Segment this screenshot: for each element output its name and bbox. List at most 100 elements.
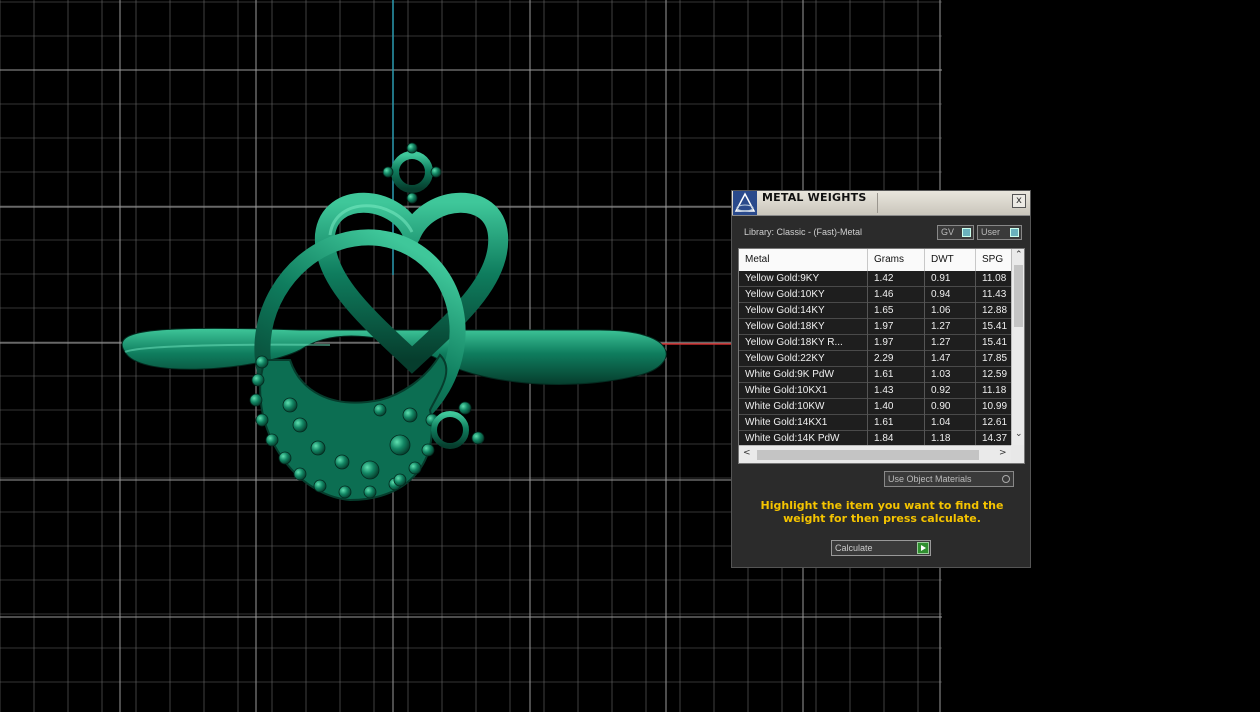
cell-grams: 1.97 <box>874 337 894 348</box>
play-arrow-icon <box>917 542 929 554</box>
column-divider[interactable] <box>867 249 868 271</box>
cell-dwt: 1.47 <box>931 353 951 364</box>
column-divider[interactable] <box>975 249 976 271</box>
column-header-dwt[interactable]: DWT <box>931 254 954 265</box>
bead <box>471 431 485 445</box>
cell-dwt: 1.06 <box>931 305 951 316</box>
row-divider <box>975 335 976 351</box>
gv-indicator-icon <box>962 228 971 237</box>
row-divider <box>975 351 976 367</box>
cell-spg: 14.37 <box>982 433 1008 444</box>
cell-metal: White Gold:9K PdW <box>745 369 834 380</box>
bead <box>249 393 263 407</box>
column-header-grams[interactable]: Grams <box>874 254 904 265</box>
bead <box>282 397 298 413</box>
bead <box>458 401 472 415</box>
vertical-scroll-thumb[interactable] <box>1014 265 1023 327</box>
close-button[interactable]: x <box>1012 194 1026 208</box>
gv-toggle[interactable]: GV <box>937 225 974 240</box>
row-divider <box>867 399 868 415</box>
column-divider[interactable] <box>924 249 925 271</box>
row-divider <box>975 319 976 335</box>
title-divider <box>877 193 878 213</box>
horizontal-scroll-thumb[interactable] <box>757 450 979 460</box>
scroll-right-icon[interactable]: > <box>999 448 1007 458</box>
table-body: Yellow Gold:9KY 1.42 0.91 11.08 Yellow Gold:… <box>739 271 1011 445</box>
bead <box>382 166 394 178</box>
user-toggle[interactable]: User <box>977 225 1022 240</box>
row-divider <box>924 287 925 303</box>
table-row[interactable]: White Gold:9K PdW 1.61 1.03 12.59 <box>739 367 1011 383</box>
bead <box>406 192 418 204</box>
bead <box>338 485 352 499</box>
cell-metal: Yellow Gold:9KY <box>745 273 820 284</box>
cell-spg: 15.41 <box>982 337 1008 348</box>
calculate-button[interactable]: Calculate <box>831 540 931 556</box>
use-object-materials-toggle[interactable]: Use Object Materials <box>884 471 1014 487</box>
row-divider <box>975 367 976 383</box>
cell-dwt: 0.90 <box>931 401 951 412</box>
user-indicator-icon <box>1010 228 1019 237</box>
cell-spg: 12.59 <box>982 369 1008 380</box>
jewelry-model[interactable] <box>121 142 667 502</box>
use-object-materials-label: Use Object Materials <box>888 474 972 484</box>
bead <box>430 166 442 178</box>
app-logo-icon <box>733 191 757 215</box>
bead <box>313 479 327 493</box>
bead <box>393 473 407 487</box>
cell-dwt: 0.92 <box>931 385 951 396</box>
table-row[interactable]: Yellow Gold:10KY 1.46 0.94 11.43 <box>739 287 1011 303</box>
scroll-up-icon[interactable]: ⌃ <box>1015 250 1023 260</box>
3d-viewport[interactable] <box>0 0 1260 712</box>
cell-dwt: 1.18 <box>931 433 951 444</box>
horizontal-scrollbar[interactable]: < > <box>739 445 1011 463</box>
table-row[interactable]: White Gold:10KW 1.40 0.90 10.99 <box>739 399 1011 415</box>
row-divider <box>924 383 925 399</box>
bead <box>334 454 350 470</box>
cell-metal: Yellow Gold:10KY <box>745 289 825 300</box>
scroll-down-icon[interactable]: ⌄ <box>1015 429 1023 439</box>
cell-spg: 17.85 <box>982 353 1008 364</box>
row-divider <box>924 303 925 319</box>
row-divider <box>867 415 868 431</box>
table-row[interactable]: Yellow Gold:14KY 1.65 1.06 12.88 <box>739 303 1011 319</box>
column-header-spg[interactable]: SPG <box>982 254 1003 265</box>
cell-metal: White Gold:10KW <box>745 401 825 412</box>
cell-spg: 12.61 <box>982 417 1008 428</box>
calculate-label: Calculate <box>835 543 873 553</box>
bead <box>408 461 422 475</box>
table-row[interactable]: Yellow Gold:18KY 1.97 1.27 15.41 <box>739 319 1011 335</box>
bead <box>293 467 307 481</box>
cell-metal: Yellow Gold:18KY <box>745 321 825 332</box>
cell-grams: 1.84 <box>874 433 894 444</box>
table-row[interactable]: White Gold:10KX1 1.43 0.92 11.18 <box>739 383 1011 399</box>
bead <box>278 451 292 465</box>
cell-grams: 1.65 <box>874 305 894 316</box>
panel-titlebar[interactable]: METAL WEIGHTS x <box>732 191 1030 216</box>
table-row[interactable]: White Gold:14KX1 1.61 1.04 12.61 <box>739 415 1011 431</box>
row-divider <box>924 431 925 445</box>
table-row[interactable]: Yellow Gold:22KY 2.29 1.47 17.85 <box>739 351 1011 367</box>
cell-grams: 1.43 <box>874 385 894 396</box>
table-row[interactable]: Yellow Gold:9KY 1.42 0.91 11.08 <box>739 271 1011 287</box>
vertical-scrollbar[interactable]: ⌃ ⌄ <box>1011 249 1024 445</box>
row-divider <box>867 335 868 351</box>
scroll-left-icon[interactable]: < <box>743 448 751 458</box>
cell-grams: 1.42 <box>874 273 894 284</box>
cell-grams: 1.46 <box>874 289 894 300</box>
row-divider <box>975 431 976 445</box>
row-divider <box>867 431 868 445</box>
row-divider <box>924 367 925 383</box>
cell-grams: 1.61 <box>874 417 894 428</box>
panel-title: METAL WEIGHTS <box>762 191 867 204</box>
table-header: Metal Grams DWT SPG <box>739 249 1011 272</box>
row-divider <box>975 287 976 303</box>
radio-icon[interactable] <box>1002 475 1010 483</box>
column-header-metal[interactable]: Metal <box>745 254 769 265</box>
table-row[interactable]: Yellow Gold:18KY R... 1.97 1.27 15.41 <box>739 335 1011 351</box>
table-row[interactable]: White Gold:14K PdW 1.84 1.18 14.37 <box>739 431 1011 445</box>
cell-metal: White Gold:14KX1 <box>745 417 828 428</box>
row-divider <box>867 271 868 287</box>
row-divider <box>975 415 976 431</box>
row-divider <box>867 319 868 335</box>
